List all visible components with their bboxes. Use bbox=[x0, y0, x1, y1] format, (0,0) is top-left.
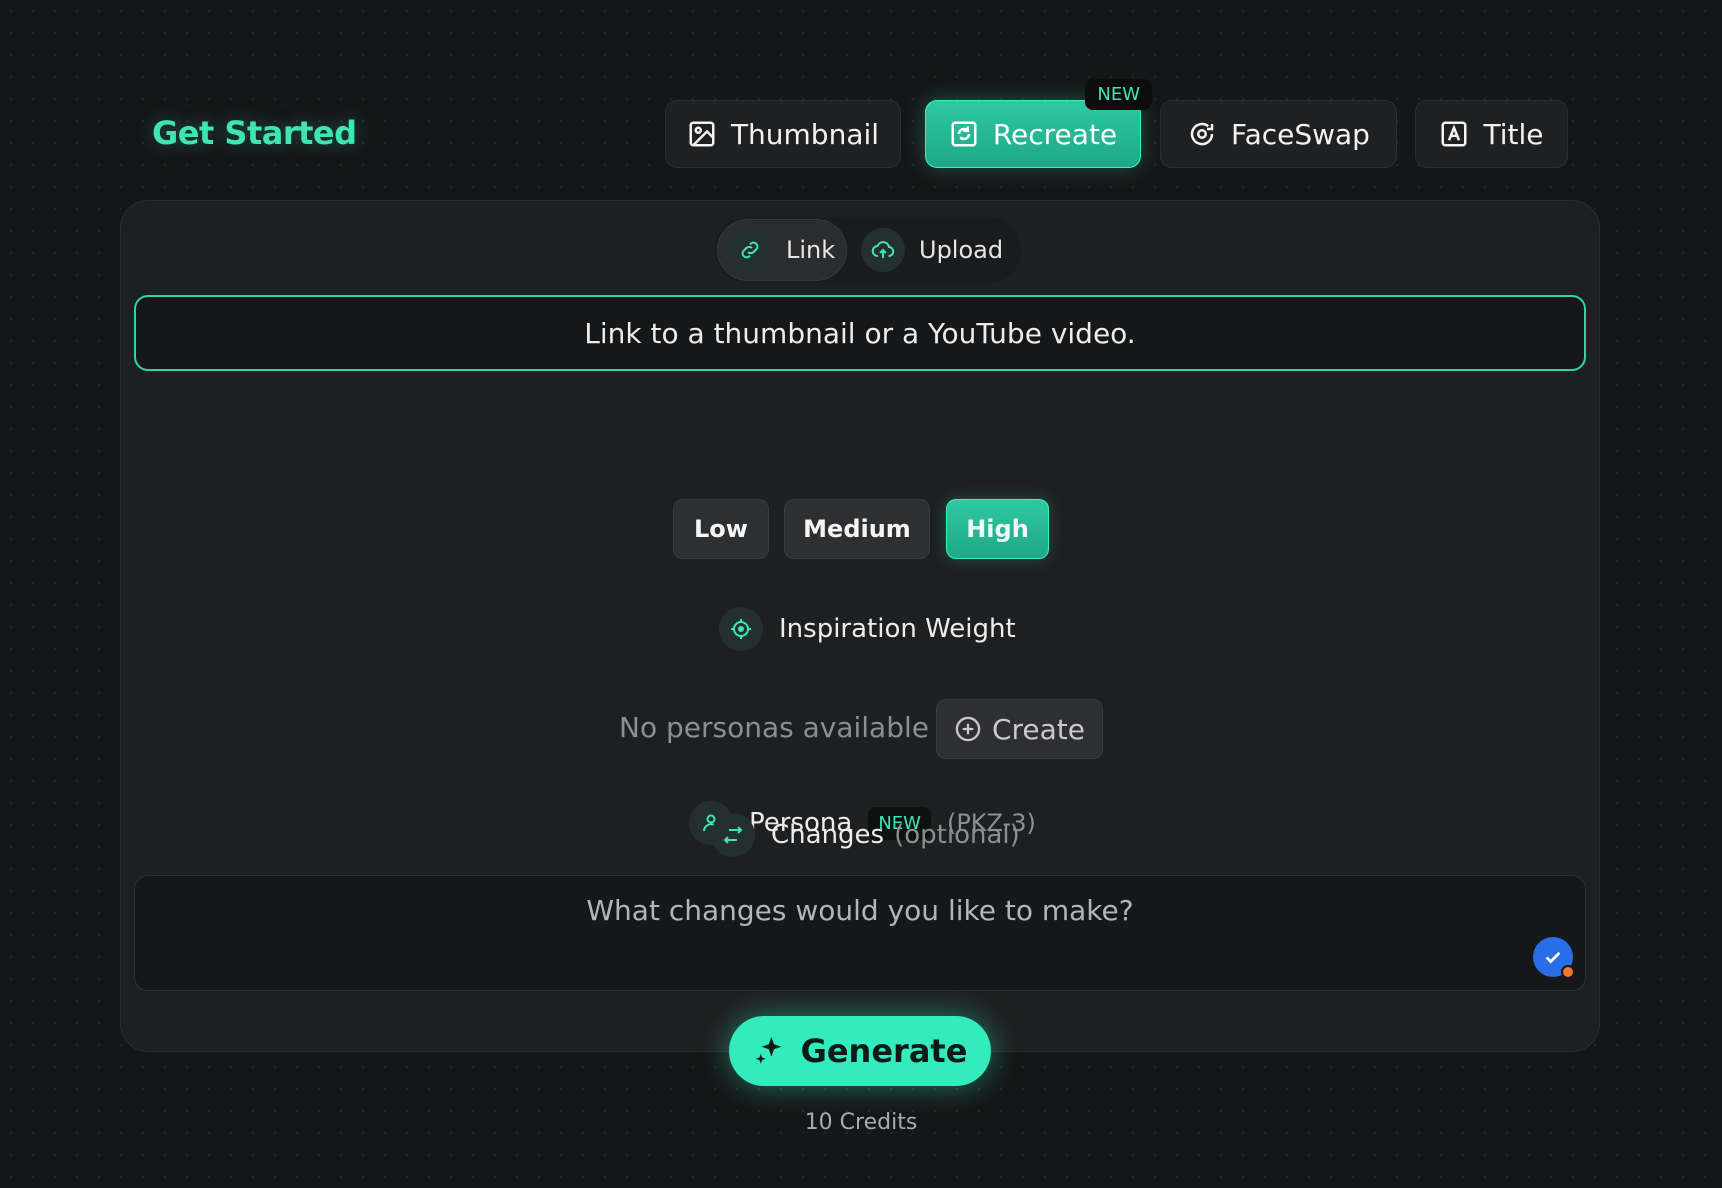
crosshair-icon bbox=[719, 607, 763, 651]
changes-label: Changes (optional) bbox=[711, 813, 1020, 857]
status-dot bbox=[1561, 965, 1575, 979]
create-persona-button[interactable]: Create bbox=[936, 699, 1103, 759]
tab-title[interactable]: Title bbox=[1415, 100, 1568, 168]
changes-input[interactable] bbox=[134, 875, 1586, 991]
weight-high-button[interactable]: High bbox=[946, 499, 1049, 559]
grammar-check-icon[interactable] bbox=[1533, 937, 1575, 979]
swap-arrows-icon bbox=[711, 813, 755, 857]
link-icon bbox=[728, 228, 772, 272]
changes-optional: (optional) bbox=[894, 820, 1020, 850]
image-icon bbox=[689, 121, 715, 147]
create-persona-label: Create bbox=[991, 712, 1086, 746]
tab-faceswap-label: FaceSwap bbox=[1231, 117, 1370, 151]
weight-medium-button[interactable]: Medium bbox=[784, 499, 930, 559]
recreate-icon bbox=[951, 121, 977, 147]
tab-thumbnail-label: Thumbnail bbox=[730, 117, 880, 151]
link-toggle-label: Link bbox=[786, 236, 836, 264]
upload-toggle-button[interactable]: Upload bbox=[851, 219, 1019, 281]
cloud-upload-icon bbox=[861, 228, 905, 272]
upload-toggle-label: Upload bbox=[919, 236, 1004, 264]
weight-low-button[interactable]: Low bbox=[673, 499, 769, 559]
tab-recreate[interactable]: Recreate NEW bbox=[925, 79, 1152, 168]
tab-title-label: Title bbox=[1483, 117, 1544, 151]
inspiration-weight-text: Inspiration Weight bbox=[779, 614, 1016, 644]
tab-recreate-label: Recreate bbox=[992, 117, 1118, 151]
tab-thumbnail[interactable]: Thumbnail bbox=[665, 100, 901, 168]
new-badge: NEW bbox=[1085, 79, 1152, 110]
source-toggle: Link Upload bbox=[715, 217, 1021, 283]
link-toggle-button[interactable]: Link bbox=[717, 219, 847, 281]
inspiration-weight-label: Inspiration Weight bbox=[719, 607, 1016, 651]
generate-label: Generate bbox=[800, 1032, 968, 1070]
tab-faceswap[interactable]: FaceSwap bbox=[1160, 100, 1397, 168]
faceswap-icon bbox=[1190, 122, 1214, 146]
title-icon bbox=[1441, 121, 1467, 147]
credits-text: 10 Credits bbox=[804, 1110, 918, 1135]
recreate-card: Link Upload Inspiration Weight Low Mediu… bbox=[120, 200, 1600, 1052]
sparkle-icon bbox=[755, 1036, 781, 1064]
page-title: Get Started bbox=[152, 114, 357, 152]
plus-circle-icon bbox=[955, 716, 981, 742]
generate-button[interactable]: Generate bbox=[729, 1016, 991, 1086]
no-personas-text: No personas available bbox=[619, 711, 929, 744]
thumbnail-link-input[interactable] bbox=[134, 295, 1586, 371]
changes-text: Changes bbox=[771, 820, 885, 850]
